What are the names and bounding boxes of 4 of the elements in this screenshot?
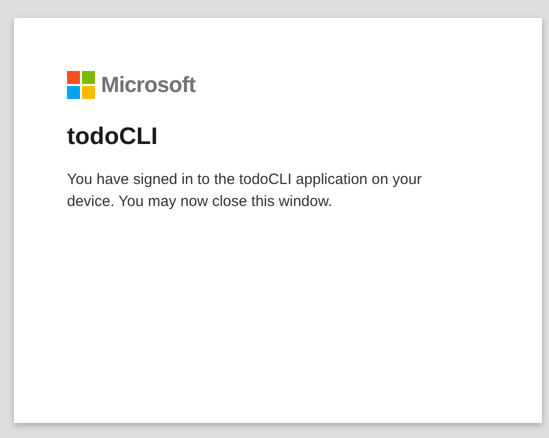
brand-name: Microsoft <box>101 71 196 99</box>
app-title: todoCLI <box>67 122 158 152</box>
logo-icon <box>67 71 95 99</box>
sign-in-message: You have signed in to the todoCLI application on your device. You may now close this window. <box>67 170 423 212</box>
